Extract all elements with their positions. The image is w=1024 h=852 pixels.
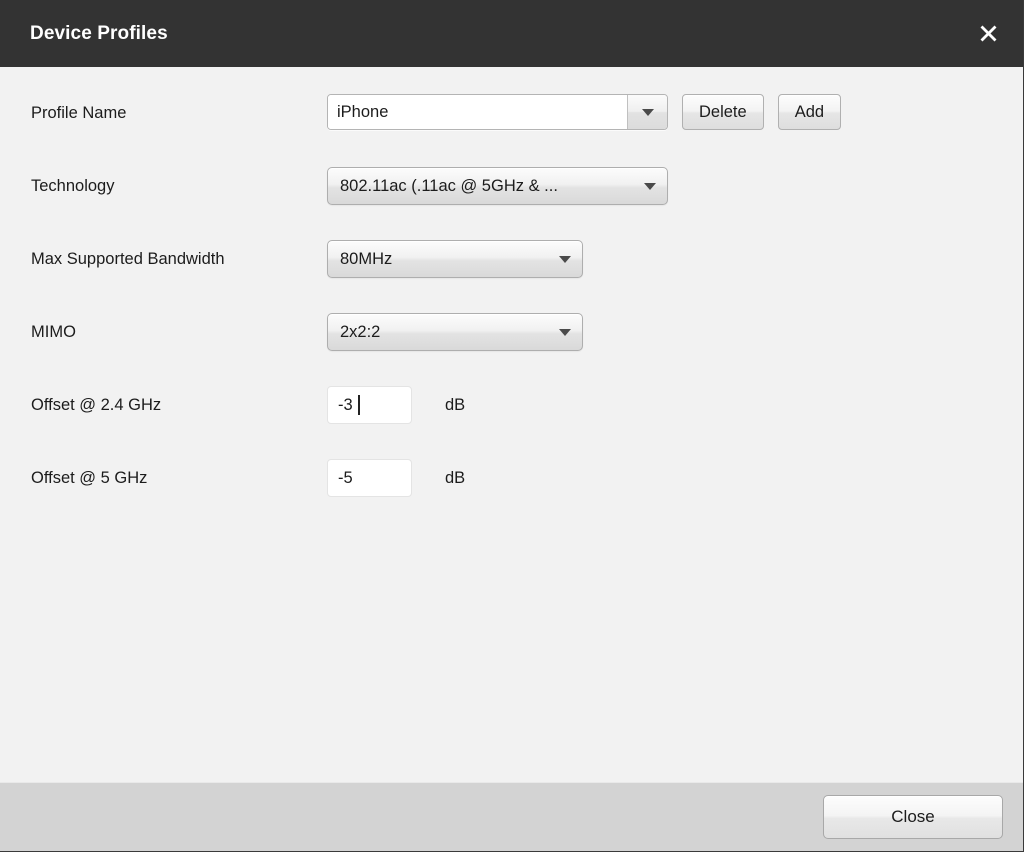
- technology-label: Technology: [31, 177, 115, 195]
- offset-24ghz-controls: dB: [327, 386, 465, 424]
- mimo-controls: 2x2:2: [327, 313, 583, 351]
- chevron-down-icon: [641, 108, 654, 116]
- close-icon[interactable]: [971, 17, 1005, 51]
- profile-name-combobox[interactable]: [327, 94, 668, 130]
- device-profiles-dialog: Device Profiles Profile Name Delete Add: [0, 0, 1024, 852]
- max-bandwidth-controls: 80MHz: [327, 240, 583, 278]
- technology-select[interactable]: 802.11ac (.11ac @ 5GHz & ...: [327, 167, 668, 205]
- technology-controls: 802.11ac (.11ac @ 5GHz & ...: [327, 167, 668, 205]
- add-button[interactable]: Add: [777, 94, 842, 130]
- offset-5ghz-label: Offset @ 5 GHz: [31, 469, 148, 487]
- max-bandwidth-select[interactable]: 80MHz: [327, 240, 583, 278]
- dialog-body: Profile Name Delete Add Technology 802.1…: [0, 67, 1023, 782]
- mimo-label: MIMO: [31, 323, 76, 341]
- chevron-down-icon: [644, 182, 656, 190]
- max-bandwidth-select-value: 80MHz: [340, 249, 393, 268]
- mimo-select[interactable]: 2x2:2: [327, 313, 583, 351]
- dialog-footer: Close: [0, 782, 1023, 851]
- mimo-select-value: 2x2:2: [340, 322, 381, 341]
- offset-5ghz-unit: dB: [445, 468, 466, 487]
- profile-name-input[interactable]: [328, 95, 627, 129]
- max-bandwidth-label: Max Supported Bandwidth: [31, 250, 225, 268]
- row-mimo: MIMO 2x2:2: [0, 313, 1023, 386]
- dialog-titlebar: Device Profiles: [0, 0, 1023, 67]
- row-profile-name: Profile Name Delete Add: [0, 94, 1023, 167]
- technology-select-value: 802.11ac (.11ac @ 5GHz & ...: [340, 176, 558, 195]
- row-offset-5ghz: Offset @ 5 GHz dB: [0, 459, 1023, 532]
- text-caret: [358, 395, 360, 415]
- chevron-down-icon: [559, 328, 571, 336]
- row-max-bandwidth: Max Supported Bandwidth 80MHz: [0, 240, 1023, 313]
- close-button[interactable]: Close: [823, 795, 1003, 839]
- offset-24ghz-input[interactable]: [327, 386, 412, 424]
- profile-name-controls: Delete Add: [327, 94, 842, 130]
- row-offset-24ghz: Offset @ 2.4 GHz dB: [0, 386, 1023, 459]
- offset-24ghz-unit: dB: [445, 395, 466, 414]
- profile-name-label: Profile Name: [31, 104, 127, 122]
- offset-24ghz-input-wrap: [327, 386, 412, 424]
- chevron-down-icon: [559, 255, 571, 263]
- row-technology: Technology 802.11ac (.11ac @ 5GHz & ...: [0, 167, 1023, 240]
- profile-name-dropdown-button[interactable]: [627, 95, 667, 129]
- offset-5ghz-input[interactable]: [327, 459, 412, 497]
- offset-24ghz-label: Offset @ 2.4 GHz: [31, 396, 162, 414]
- offset-5ghz-controls: dB: [327, 459, 465, 497]
- offset-5ghz-input-wrap: [327, 459, 412, 497]
- dialog-title: Device Profiles: [30, 22, 168, 44]
- delete-button[interactable]: Delete: [682, 94, 764, 130]
